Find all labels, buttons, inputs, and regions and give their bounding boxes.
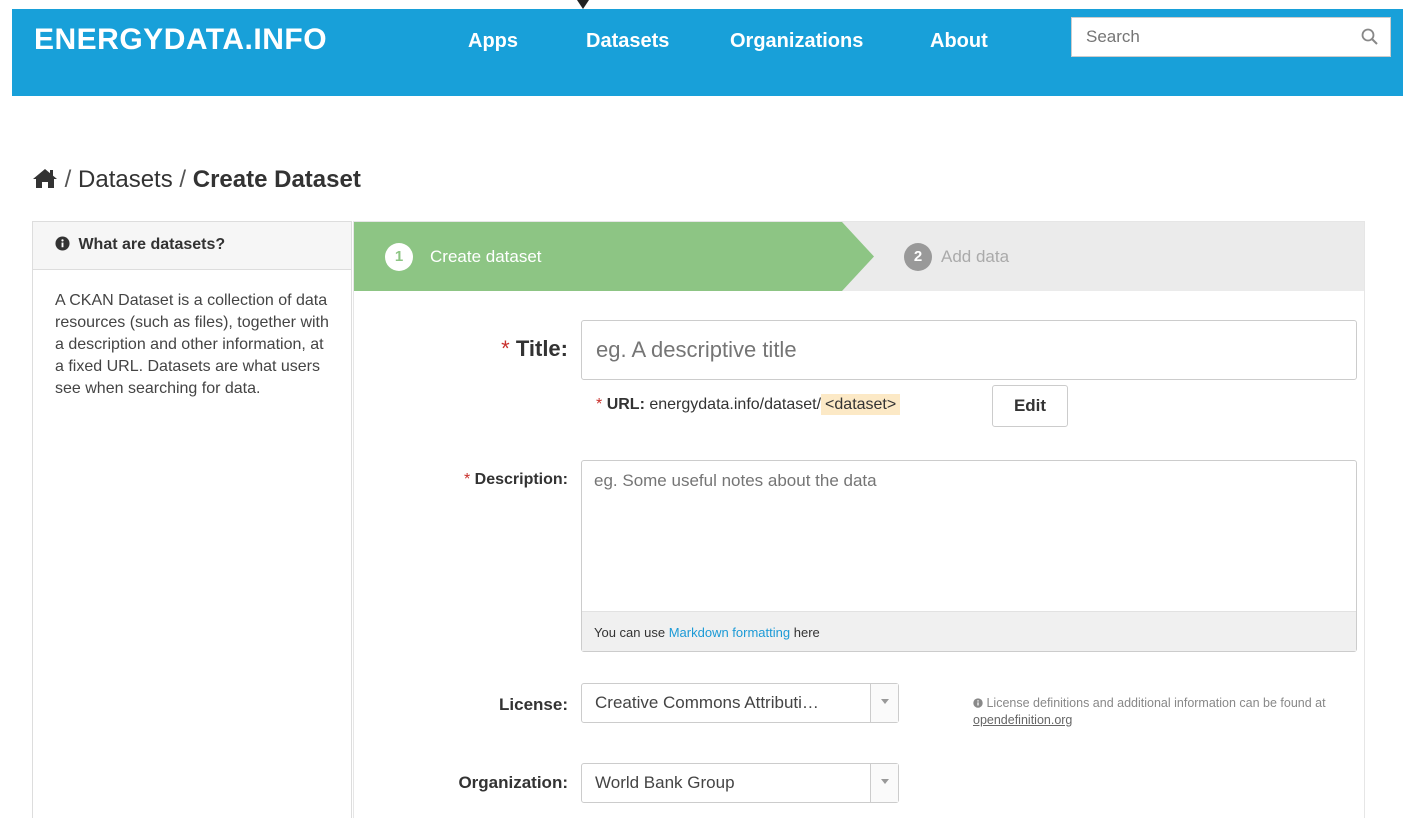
sidebar-heading-text: What are datasets? [78, 236, 226, 253]
nav-link-organizations[interactable]: Organizations [730, 30, 863, 53]
license-label: License: [499, 695, 568, 714]
organization-select[interactable]: World Bank Group [581, 763, 899, 803]
required-marker: * [463, 471, 471, 488]
organization-label: Organization: [458, 773, 568, 792]
license-help-body: License definitions and additional infor… [986, 696, 1326, 710]
search-box [1071, 17, 1391, 57]
description-label-text: Description: [474, 471, 568, 488]
info-circle-icon [973, 698, 983, 708]
url-slug: <dataset> [821, 394, 901, 415]
license-help-text: License definitions and additional infor… [973, 695, 1363, 729]
chevron-down-icon[interactable] [870, 764, 898, 802]
sidebar-info-panel: What are datasets? A CKAN Dataset is a c… [32, 221, 352, 818]
markdown-help-suffix: here [793, 625, 820, 640]
create-dataset-form: 1 Create dataset 2 Add data * Title: * U… [353, 221, 1365, 818]
search-input[interactable] [1072, 18, 1352, 56]
opendefinition-link[interactable]: opendefinition.org [973, 713, 1072, 727]
breadcrumb-separator: / [179, 166, 187, 193]
sidebar-description: A CKAN Dataset is a collection of data r… [55, 292, 329, 397]
nav-link-about[interactable]: About [930, 30, 988, 53]
search-icon[interactable] [1360, 27, 1380, 47]
required-marker: * [596, 396, 603, 413]
breadcrumb-current[interactable]: Create Dataset [193, 166, 361, 193]
title-label-text: Title: [515, 336, 568, 361]
markdown-help-prefix: You can use [594, 625, 666, 640]
url-line: * URL: energydata.info/dataset/<dataset> [596, 394, 901, 415]
stage-2-label: Add data [941, 247, 1010, 266]
breadcrumb: / Datasets / Create Dataset [32, 166, 361, 194]
license-select[interactable]: Creative Commons Attributi… [581, 683, 899, 723]
required-marker: * [501, 336, 510, 361]
breadcrumb-separator: / [64, 166, 72, 193]
info-circle-icon [55, 236, 70, 251]
url-label: URL: [606, 396, 645, 413]
home-icon[interactable] [32, 167, 58, 189]
license-selected-value: Creative Commons Attributi… [595, 693, 819, 712]
edit-url-button[interactable]: Edit [992, 385, 1068, 427]
description-textarea[interactable] [582, 461, 1356, 609]
title-input[interactable] [581, 320, 1357, 380]
nav-link-apps[interactable]: Apps [468, 30, 518, 53]
description-box: You can use Markdown formatting here [581, 460, 1357, 652]
stage-progress: 1 Create dataset 2 Add data [354, 222, 1364, 291]
description-label: * Description: [394, 471, 568, 489]
chevron-down-icon[interactable] [870, 684, 898, 722]
stage-1-number: 1 [385, 243, 413, 271]
title-label: * Title: [414, 336, 568, 362]
mouse-cursor [577, 0, 589, 9]
breadcrumb-datasets[interactable]: Datasets [78, 166, 173, 193]
markdown-help: You can use Markdown formatting here [582, 611, 1356, 651]
stage-2-number: 2 [904, 243, 932, 271]
markdown-formatting-link[interactable]: Markdown formatting [669, 625, 790, 640]
top-navbar: ENERGYDATA.INFO Apps Datasets Organizati… [12, 9, 1403, 96]
url-prefix: energydata.info/dataset/ [649, 396, 822, 413]
organization-selected-value: World Bank Group [595, 773, 735, 792]
sidebar-heading: What are datasets? [33, 222, 351, 270]
site-logo[interactable]: ENERGYDATA.INFO [34, 23, 327, 57]
nav-link-datasets[interactable]: Datasets [586, 30, 669, 53]
stage-1-label: Create dataset [430, 247, 542, 266]
